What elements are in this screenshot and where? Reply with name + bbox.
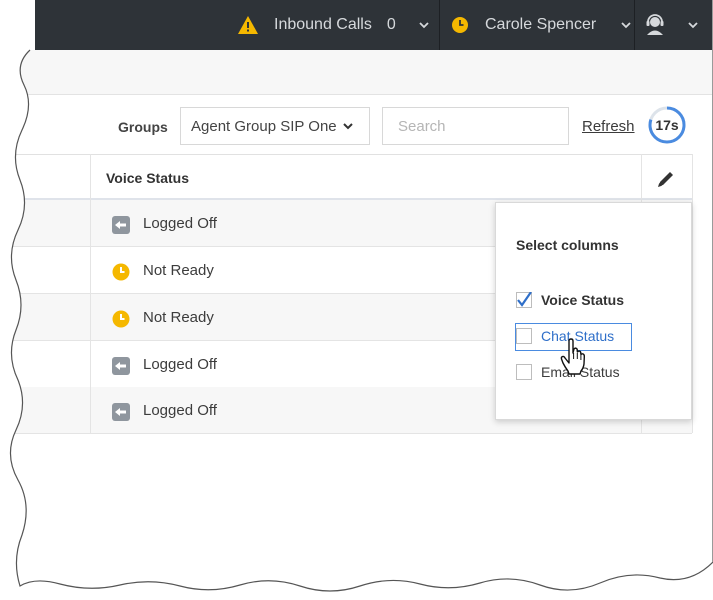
checkbox-unchecked[interactable]	[516, 328, 532, 344]
select-columns-popup: Select columns Voice Status Chat Status …	[495, 202, 692, 420]
column-header-voice-status[interactable]: Voice Status	[106, 170, 189, 186]
agent-name: Carole Spencer	[485, 16, 597, 33]
warning-icon	[238, 16, 258, 34]
search-input[interactable]	[382, 107, 569, 145]
agent-headset-icon	[646, 14, 664, 35]
divider	[634, 0, 635, 50]
sub-header	[0, 50, 713, 95]
groups-dropdown[interactable]: Agent Group SIP One	[180, 107, 370, 145]
column-divider	[90, 154, 91, 433]
table-edge	[692, 154, 693, 433]
chevron-down-icon	[621, 22, 631, 29]
chevron-down-icon	[342, 123, 353, 130]
voice-status-text: Not Ready	[143, 309, 214, 326]
inbound-calls-menu[interactable]: Inbound Calls 0	[237, 0, 429, 50]
groups-selected-value: Agent Group SIP One	[191, 117, 337, 135]
clock-icon	[452, 17, 468, 33]
voice-status-text: Logged Off	[143, 356, 217, 373]
chevron-down-icon	[419, 22, 429, 29]
checkbox-checked[interactable]	[516, 291, 532, 308]
hand-cursor-icon	[560, 338, 586, 375]
logged-off-icon	[112, 403, 130, 421]
not-ready-clock-icon	[112, 310, 130, 328]
checkbox-unchecked[interactable]	[516, 364, 532, 380]
refresh-timer-value: 17s	[655, 117, 679, 133]
agent-profile-menu[interactable]	[644, 0, 698, 50]
checkmark-icon	[516, 291, 532, 308]
voice-status-text: Not Ready	[143, 262, 214, 279]
agent-status-menu[interactable]: Carole Spencer	[451, 0, 631, 50]
refresh-link[interactable]: Refresh	[582, 118, 635, 135]
logged-off-icon	[112, 357, 130, 375]
table-header: Voice Status	[0, 154, 692, 200]
groups-label: Groups	[118, 119, 168, 135]
voice-status-text: Logged Off	[143, 215, 217, 232]
inbound-calls-count: 0	[386, 16, 396, 33]
voice-status-text: Logged Off	[143, 402, 217, 419]
inbound-calls-label: Inbound Calls	[274, 16, 372, 33]
popup-title: Select columns	[516, 237, 619, 253]
option-voice-status[interactable]: Voice Status	[516, 291, 624, 308]
option-label: Voice Status	[541, 292, 624, 308]
logged-off-icon	[112, 216, 130, 234]
divider	[439, 0, 440, 50]
not-ready-clock-icon	[112, 263, 130, 281]
pencil-icon[interactable]	[655, 168, 677, 190]
chevron-down-icon	[688, 22, 698, 29]
top-bar: Inbound Calls 0 Carole Spencer	[0, 0, 713, 50]
agent-status-page: Inbound Calls 0 Carole Spencer Groups Ag…	[0, 0, 713, 600]
